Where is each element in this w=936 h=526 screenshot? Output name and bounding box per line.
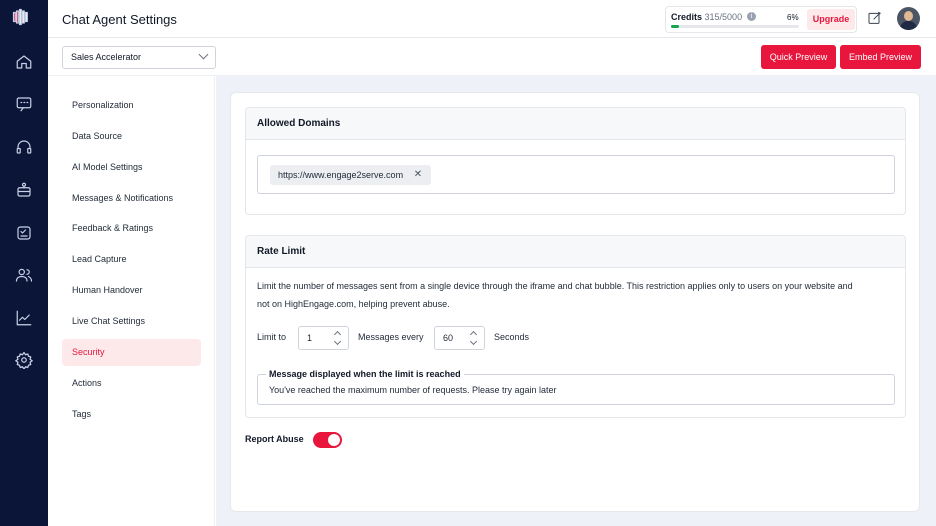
credits-progress-bar — [671, 25, 799, 28]
chevron-down-icon — [198, 49, 209, 60]
embed-preview-button[interactable]: Embed Preview — [840, 45, 921, 69]
credits-percent: 6% — [787, 13, 799, 22]
seconds-value: 60 — [443, 333, 454, 343]
limit-count-stepper[interactable]: 1 — [298, 326, 349, 350]
menu-item-security[interactable]: Security — [62, 339, 201, 366]
allowed-domains-title: Allowed Domains — [246, 108, 905, 140]
menu-item-tags[interactable]: Tags — [62, 401, 201, 428]
seconds-label: Seconds — [494, 332, 530, 342]
remove-domain-icon[interactable]: ✕ — [414, 165, 422, 185]
report-abuse-toggle[interactable] — [313, 432, 342, 448]
main-content: Allowed Domains https://www.engage2serve… — [216, 76, 936, 526]
tasks-icon[interactable] — [12, 221, 36, 245]
menu-item-ai-model-settings[interactable]: AI Model Settings — [62, 154, 201, 181]
rate-limit-description-1: Limit the number of messages sent from a… — [257, 281, 853, 291]
decrement-icon[interactable] — [469, 337, 478, 346]
edit-icon[interactable] — [867, 10, 885, 28]
info-icon[interactable]: i — [747, 12, 756, 21]
menu-item-data-source[interactable]: Data Source — [62, 123, 201, 150]
quick-preview-button[interactable]: Quick Preview — [761, 45, 836, 69]
rate-limit-description-2: not on HighEngage.com, helping prevent a… — [257, 299, 450, 309]
chat-icon[interactable] — [12, 92, 36, 116]
credits-widget: Credits 315/5000 i 6% Upgrade — [665, 6, 857, 33]
upgrade-button[interactable]: Upgrade — [807, 9, 855, 30]
users-icon[interactable] — [12, 263, 36, 287]
credits-label: Credits — [671, 12, 703, 22]
limit-to-label: Limit to — [257, 332, 287, 342]
rate-limit-title: Rate Limit — [246, 236, 905, 268]
menu-item-actions[interactable]: Actions — [62, 370, 201, 397]
seconds-stepper[interactable]: 60 — [434, 326, 485, 350]
agent-select[interactable]: Sales Accelerator — [62, 46, 216, 69]
rate-limit-card: Rate Limit Limit the number of messages … — [245, 235, 906, 418]
report-abuse-label: Report Abuse — [245, 434, 304, 444]
agent-select-value: Sales Accelerator — [71, 52, 142, 62]
settings-gear-icon[interactable] — [12, 348, 36, 372]
home-icon[interactable] — [12, 50, 36, 74]
bot-icon[interactable] — [12, 178, 36, 202]
menu-item-live-chat-settings[interactable]: Live Chat Settings — [62, 308, 201, 335]
limit-message-field[interactable]: Message displayed when the limit is reac… — [257, 369, 895, 405]
limit-message-legend: Message displayed when the limit is reac… — [266, 369, 464, 379]
nav-rail — [0, 0, 48, 526]
messages-every-label: Messages every — [358, 332, 424, 342]
menu-item-personalization[interactable]: Personalization — [62, 92, 201, 119]
credits-progress-fill — [671, 25, 679, 28]
menu-item-lead-capture[interactable]: Lead Capture — [62, 246, 201, 273]
domain-chip: https://www.engage2serve.com ✕ — [270, 165, 432, 185]
avatar[interactable] — [897, 7, 920, 30]
allowed-domains-card: Allowed Domains https://www.engage2serve… — [245, 107, 906, 215]
page-title: Chat Agent Settings — [62, 12, 177, 27]
credits-value: 315/5000 — [704, 12, 743, 22]
app-logo[interactable] — [12, 8, 36, 28]
domain-chip-label: https://www.engage2serve.com — [278, 170, 404, 180]
sub-toolbar: Sales Accelerator Quick Preview Embed Pr… — [48, 38, 936, 76]
analytics-icon[interactable] — [12, 306, 36, 330]
security-panel: Allowed Domains https://www.engage2serve… — [230, 92, 920, 512]
decrement-icon[interactable] — [333, 337, 342, 346]
menu-item-messages-notifications[interactable]: Messages & Notifications — [62, 185, 201, 212]
domains-input[interactable]: https://www.engage2serve.com ✕ — [257, 155, 895, 194]
toggle-knob — [328, 434, 340, 446]
settings-menu: Personalization Data Source AI Model Set… — [48, 76, 215, 526]
menu-item-human-handover[interactable]: Human Handover — [62, 277, 201, 304]
limit-count-value: 1 — [307, 333, 313, 343]
top-header: Chat Agent Settings Credits 315/5000 i 6… — [48, 0, 936, 38]
headset-icon[interactable] — [12, 135, 36, 159]
limit-message-value: You've reached the maximum number of req… — [269, 385, 557, 395]
menu-item-feedback-ratings[interactable]: Feedback & Ratings — [62, 215, 201, 242]
